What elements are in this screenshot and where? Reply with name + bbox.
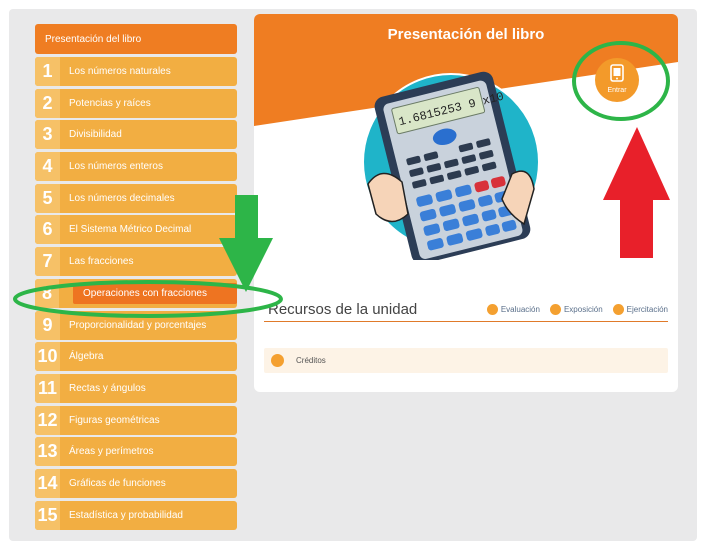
sidebar-item-label: Los números enteros (69, 161, 163, 173)
sidebar-item-number: 2 (35, 88, 60, 118)
credits-row[interactable]: Créditos (264, 348, 668, 373)
resources-bar: Recursos de la unidad Evaluación Exposic… (264, 299, 668, 322)
enter-button[interactable]: Entrar (595, 58, 639, 102)
sidebar-item-label: Los números naturales (69, 66, 171, 77)
evaluation-icon (486, 304, 498, 315)
sidebar-item-label: Las fracciones (69, 256, 134, 268)
sidebar-item-label: Divisibilidad (69, 129, 122, 141)
unit-sidebar: Presentación del libro 1 Los números natu… (35, 24, 237, 532)
sidebar-item-unit-14[interactable]: 14 Gráficas de funciones (35, 468, 237, 498)
sidebar-item-unit-9[interactable]: 9 Proporcionalidad y porcentajes (35, 310, 237, 340)
exposition-icon (549, 304, 561, 315)
sidebar-item-number: 1 (35, 57, 60, 86)
sidebar-item-unit-11[interactable]: 11 Rectas y ángulos (35, 373, 237, 403)
sidebar-item-number: 15 (35, 500, 60, 530)
exercise-icon (612, 304, 624, 315)
exercise-link[interactable]: Ejercitación (612, 304, 668, 315)
tablet-icon (610, 64, 624, 82)
evaluation-label: Evaluación (500, 305, 540, 314)
evaluation-link[interactable]: Evaluación (486, 304, 540, 315)
sidebar-item-label: Los números decimales (69, 192, 175, 204)
sidebar-item-number: 12 (35, 405, 60, 435)
sidebar-item-number: 5 (35, 183, 60, 213)
sidebar-item-unit-8[interactable]: 8 Operaciones con fracciones (35, 278, 237, 308)
calculator-illustration: 1.6815253 9 x10 (362, 71, 540, 260)
sidebar-item-label: Álgebra (69, 351, 104, 363)
resources-title: Recursos de la unidad (268, 301, 418, 318)
sidebar-item-unit-7[interactable]: 7 Las fracciones (35, 247, 237, 277)
sidebar-item-label: Potencias y raíces (69, 97, 151, 109)
sidebar-item-unit-5[interactable]: 5 Los números decimales (35, 183, 237, 213)
sidebar-item-unit-15[interactable]: 15 Estadística y probabilidad (35, 500, 237, 530)
exposition-label: Exposición (563, 305, 603, 314)
sidebar-item-label: Estadística y probabilidad (69, 509, 183, 521)
sidebar-item-label: Áreas y perímetros (69, 446, 154, 458)
sidebar-item-unit-2[interactable]: 2 Potencias y raíces (35, 88, 237, 118)
sidebar-item-number: 10 (35, 342, 60, 372)
sidebar-item-number: 8 (35, 278, 59, 308)
sidebar-item-number: 14 (35, 468, 60, 498)
credits-icon (271, 354, 284, 367)
sidebar-item-label: Proporcionalidad y porcentajes (69, 319, 207, 331)
sidebar-header-presentation[interactable]: Presentación del libro (35, 24, 237, 54)
sidebar-item-number: 9 (35, 310, 60, 340)
sidebar-item-unit-12[interactable]: 12 Figuras geométricas (35, 405, 237, 435)
sidebar-item-label: Figuras geométricas (69, 414, 160, 426)
sidebar-item-unit-13[interactable]: 13 Áreas y perímetros (35, 437, 237, 467)
exposition-link[interactable]: Exposición (549, 304, 603, 315)
sidebar-item-unit-4[interactable]: 4 Los números enteros (35, 152, 237, 182)
sidebar-item-label: Gráficas de funciones (69, 477, 166, 489)
sidebar-item-unit-3[interactable]: 3 Divisibilidad (35, 120, 237, 150)
page-title: Presentación del libro (387, 26, 545, 43)
sidebar-item-number: 7 (35, 247, 60, 277)
sidebar-item-number: 11 (35, 373, 60, 403)
sidebar-item-number: 6 (35, 215, 60, 245)
sidebar-item-number: 3 (35, 120, 60, 150)
credits-label: Créditos (296, 356, 326, 365)
sidebar-item-unit-6[interactable]: 6 El Sistema Métrico Decimal (35, 215, 237, 245)
sidebar-item-label: El Sistema Métrico Decimal (69, 224, 192, 236)
sidebar-item-number: 4 (35, 152, 60, 182)
enter-label: Entrar (607, 87, 627, 94)
sidebar-item-unit-1[interactable]: 1 Los números naturales (35, 57, 237, 86)
presentation-card: Presentación del libro 1.6815253 9 x10 E… (254, 14, 678, 392)
sidebar-item-label: Rectas y ángulos (69, 382, 146, 394)
exercise-label: Ejercitación (626, 305, 668, 314)
sidebar-item-label: Operaciones con fracciones (73, 282, 237, 304)
sidebar-item-unit-10[interactable]: 10 Álgebra (35, 342, 237, 372)
sidebar-item-number: 13 (35, 437, 60, 467)
